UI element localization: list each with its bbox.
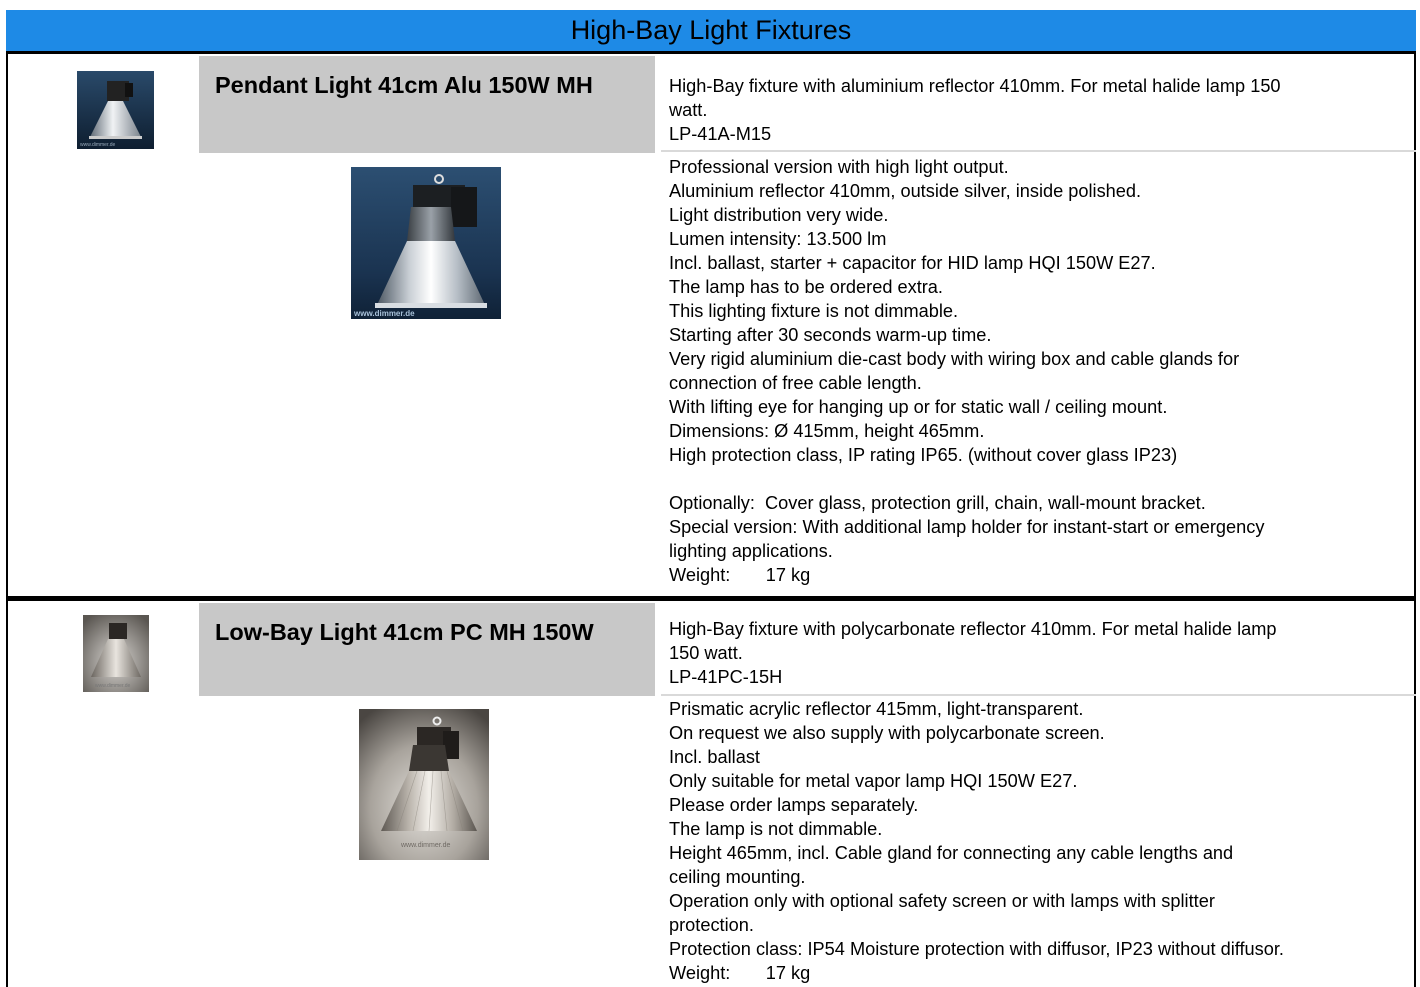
weight-line: Weight: 17 kg	[669, 565, 811, 585]
detail-line: On request we also supply with polycarbo…	[669, 723, 1105, 743]
detail-line: With lifting eye for hanging up or for s…	[669, 397, 1168, 417]
detail-line: Special version: With additional lamp ho…	[669, 517, 1265, 537]
thumb-watermark: www.dimmer.de	[95, 683, 131, 689]
detail-line: Light distribution very wide.	[669, 205, 889, 225]
product-code: LP-41PC-15H	[669, 667, 783, 687]
product-title-box: Pendant Light 41cm Alu 150W MH	[199, 56, 655, 153]
detail-line: This lighting fixture is not dimmable.	[669, 301, 959, 321]
product-title[interactable]: Low-Bay Light 41cm PC MH 150W	[215, 619, 594, 645]
intro-line: High-Bay fixture with polycarbonate refl…	[669, 619, 1277, 639]
product-details: Prismatic acrylic reflector 415mm, light…	[669, 697, 1414, 985]
weight-line: Weight: 17 kg	[669, 963, 811, 983]
product-thumbnail[interactable]: www.dimmer.de	[83, 615, 149, 692]
product-row-lowbay: www.dimmer.de Low-Bay Light 41cm PC MH 1…	[6, 598, 1416, 987]
detail-line: Incl. ballast, starter + capacitor for H…	[669, 253, 1156, 273]
section-divider	[661, 694, 1416, 696]
detail-line: The lamp is not dimmable.	[669, 819, 883, 839]
image-watermark: www.dimmer.de	[400, 842, 451, 849]
intro-line: watt.	[669, 100, 708, 120]
product-title[interactable]: Pendant Light 41cm Alu 150W MH	[215, 72, 593, 98]
detail-line: High protection class, IP rating IP65. (…	[669, 445, 1178, 465]
image-watermark: www.dimmer.de	[353, 309, 415, 318]
product-code: LP-41A-M15	[669, 124, 772, 144]
product-thumbnail[interactable]: www.dimmer.de	[77, 71, 154, 149]
detail-line	[669, 467, 1414, 491]
product-intro: High-Bay fixture with aluminium reflecto…	[669, 74, 1414, 146]
detail-line: ceiling mounting.	[669, 867, 806, 887]
detail-line: Incl. ballast	[669, 747, 760, 767]
detail-line: Optionally: Cover glass, protection gril…	[669, 493, 1206, 513]
detail-line: Protection class: IP54 Moisture protecti…	[669, 939, 1284, 959]
product-details: Professional version with high light out…	[669, 155, 1414, 587]
product-image[interactable]: www.dimmer.de	[351, 167, 501, 319]
product-image[interactable]: www.dimmer.de	[359, 709, 489, 860]
product-title-box: Low-Bay Light 41cm PC MH 150W	[199, 603, 655, 696]
section-divider	[661, 150, 1416, 152]
page-header: High-Bay Light Fixtures	[6, 10, 1416, 54]
page: High-Bay Light Fixtures www.dimmer.de Pe…	[0, 0, 1420, 987]
detail-line: Only suitable for metal vapor lamp HQI 1…	[669, 771, 1078, 791]
page-title: High-Bay Light Fixtures	[570, 15, 852, 45]
intro-line: High-Bay fixture with aluminium reflecto…	[669, 76, 1281, 96]
detail-line: Please order lamps separately.	[669, 795, 919, 815]
detail-line: protection.	[669, 915, 754, 935]
detail-line: Very rigid aluminium die-cast body with …	[669, 349, 1240, 369]
detail-line: Dimensions: Ø 415mm, height 465mm.	[669, 421, 985, 441]
detail-line: Height 465mm, incl. Cable gland for conn…	[669, 843, 1234, 863]
detail-line: Professional version with high light out…	[669, 157, 1009, 177]
detail-line: lighting applications.	[669, 541, 833, 561]
product-row-pendant: www.dimmer.de Pendant Light 41cm Alu 150…	[6, 54, 1416, 598]
thumb-watermark: www.dimmer.de	[80, 142, 116, 148]
detail-line: Aluminium reflector 410mm, outside silve…	[669, 181, 1142, 201]
detail-line: Lumen intensity: 13.500 lm	[669, 229, 887, 249]
intro-line: 150 watt.	[669, 643, 743, 663]
detail-line: connection of free cable length.	[669, 373, 922, 393]
detail-line: Starting after 30 seconds warm-up time.	[669, 325, 992, 345]
detail-line: Operation only with optional safety scre…	[669, 891, 1215, 911]
detail-line: The lamp has to be ordered extra.	[669, 277, 943, 297]
product-intro: High-Bay fixture with polycarbonate refl…	[669, 617, 1414, 689]
detail-line: Prismatic acrylic reflector 415mm, light…	[669, 699, 1084, 719]
